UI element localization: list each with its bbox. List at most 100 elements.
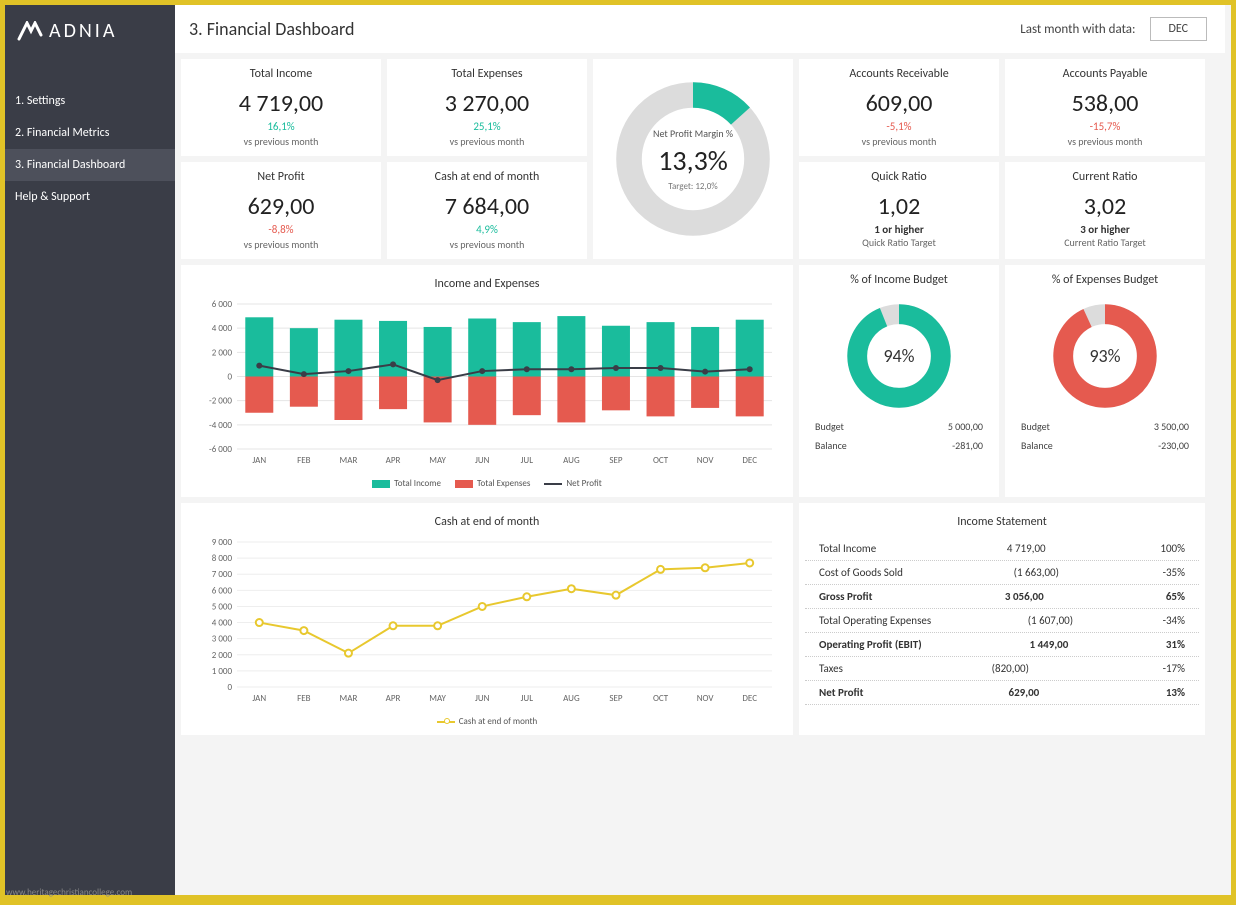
- value: 1,02: [805, 192, 993, 221]
- svg-text:-6 000: -6 000: [209, 444, 232, 455]
- svg-text:MAR: MAR: [340, 693, 358, 704]
- legend: Cash at end of month: [187, 716, 787, 727]
- svg-text:JAN: JAN: [252, 693, 266, 704]
- header: 3. Financial Dashboard Last month with d…: [175, 5, 1225, 53]
- card-current-ratio: Current Ratio 3,02 3 or higher Current R…: [1005, 162, 1205, 259]
- income-statement-rows: Total Income4 719,00100%Cost of Goods So…: [805, 537, 1199, 705]
- svg-text:JUL: JUL: [521, 455, 534, 466]
- card-income-budget: % of Income Budget 94% Budget5 000,00 Ba…: [799, 265, 999, 497]
- value: 538,00: [1011, 89, 1199, 118]
- svg-text:MAY: MAY: [429, 693, 446, 704]
- main-content: 3. Financial Dashboard Last month with d…: [175, 5, 1231, 895]
- legend-income: Total Income: [394, 478, 441, 489]
- card-accounts-payable: Accounts Payable 538,00 -15,7% vs previo…: [1005, 59, 1205, 156]
- chart-title: Income and Expenses: [187, 273, 787, 299]
- svg-text:JUL: JUL: [521, 693, 534, 704]
- svg-text:AUG: AUG: [563, 455, 580, 466]
- app-frame: ADNIA 1. Settings 2. Financial Metrics 3…: [5, 5, 1231, 895]
- svg-text:AUG: AUG: [563, 693, 580, 704]
- npm-label: Net Profit Margin %: [653, 127, 733, 140]
- svg-text:0: 0: [227, 372, 232, 383]
- sub1: 3 or higher: [1011, 223, 1199, 236]
- line-chart-svg: 01 0002 0003 0004 0005 0006 0007 0008 00…: [192, 537, 782, 707]
- svg-text:NOV: NOV: [697, 455, 715, 466]
- svg-text:OCT: OCT: [653, 455, 669, 466]
- value: 94%: [883, 345, 914, 367]
- svg-text:JUN: JUN: [475, 455, 490, 466]
- label: Accounts Payable: [1011, 67, 1199, 81]
- last-month-label: Last month with data:: [1020, 22, 1135, 37]
- is-row: Total Income4 719,00100%: [805, 537, 1199, 561]
- chart-cash: Cash at end of month 01 0002 0003 0004 0…: [181, 503, 793, 735]
- value: 3 270,00: [393, 89, 581, 118]
- svg-text:5 000: 5 000: [212, 601, 233, 612]
- is-row: Cost of Goods Sold(1 663,00)-35%: [805, 561, 1199, 585]
- logo-icon: [17, 21, 43, 41]
- pct: -5,1%: [805, 120, 993, 133]
- pct: 16,1%: [187, 120, 375, 133]
- value: 93%: [1089, 345, 1120, 367]
- card-accounts-receivable: Accounts Receivable 609,00 -5,1% vs prev…: [799, 59, 999, 156]
- is-row: Net Profit629,0013%: [805, 681, 1199, 705]
- is-row: Operating Profit (EBIT)1 449,0031%: [805, 633, 1199, 657]
- nav-financial-metrics[interactable]: 2. Financial Metrics: [5, 117, 175, 149]
- label: Net Profit: [187, 170, 375, 184]
- nav-financial-dashboard[interactable]: 3. Financial Dashboard: [5, 149, 175, 181]
- sub: vs previous month: [1011, 135, 1199, 148]
- sub: vs previous month: [393, 238, 581, 251]
- svg-text:SEP: SEP: [609, 693, 623, 704]
- pct: 25,1%: [393, 120, 581, 133]
- sub: vs previous month: [187, 238, 375, 251]
- month-selector[interactable]: DEC: [1150, 17, 1208, 41]
- svg-text:-2 000: -2 000: [209, 396, 232, 407]
- value: 7 684,00: [393, 192, 581, 221]
- card-total-income: Total Income 4 719,00 16,1% vs previous …: [181, 59, 381, 156]
- svg-text:SEP: SEP: [609, 455, 623, 466]
- title: % of Income Budget: [850, 273, 948, 287]
- npm-target: Target: 12,0%: [653, 181, 733, 192]
- svg-text:-4 000: -4 000: [209, 420, 232, 431]
- npm-value: 13,3%: [653, 143, 733, 178]
- pct: 4,9%: [393, 223, 581, 236]
- svg-text:DEC: DEC: [742, 693, 757, 704]
- card-expenses-budget: % of Expenses Budget 93% Budget3 500,00 …: [1005, 265, 1205, 497]
- svg-text:FEB: FEB: [297, 693, 311, 704]
- svg-text:APR: APR: [386, 693, 401, 704]
- card-income-statement: Income Statement Total Income4 719,00100…: [799, 503, 1205, 735]
- card-cash: Cash at end of month 7 684,00 4,9% vs pr…: [387, 162, 587, 259]
- card-quick-ratio: Quick Ratio 1,02 1 or higher Quick Ratio…: [799, 162, 999, 259]
- sub: vs previous month: [187, 135, 375, 148]
- legend-cash: Cash at end of month: [459, 716, 538, 727]
- label: Total Income: [187, 67, 375, 81]
- label: Cash at end of month: [393, 170, 581, 184]
- svg-text:OCT: OCT: [653, 693, 669, 704]
- chart-income-expenses: Income and Expenses -6 000 -4 000 -2 000 0 2…: [181, 265, 793, 497]
- sub: vs previous month: [393, 135, 581, 148]
- sub1: 1 or higher: [805, 223, 993, 236]
- sub2: Quick Ratio Target: [805, 236, 993, 249]
- legend: Total Income Total Expenses Net Profit: [187, 478, 787, 489]
- legend-expenses: Total Expenses: [477, 478, 530, 489]
- label: Total Expenses: [393, 67, 581, 81]
- card-total-expenses: Total Expenses 3 270,00 25,1% vs previou…: [387, 59, 587, 156]
- nav: 1. Settings 2. Financial Metrics 3. Fina…: [5, 85, 175, 213]
- svg-text:6 000: 6 000: [212, 299, 233, 310]
- nav-help-support[interactable]: Help & Support: [5, 181, 175, 213]
- brand-name: ADNIA: [49, 19, 117, 43]
- dashboard-grid: Total Income 4 719,00 16,1% vs previous …: [175, 59, 1225, 735]
- svg-text:2 000: 2 000: [212, 347, 233, 358]
- pct: -15,7%: [1011, 120, 1199, 133]
- value: 4 719,00: [187, 89, 375, 118]
- chart-title: Cash at end of month: [187, 511, 787, 537]
- svg-text:3 000: 3 000: [212, 634, 233, 645]
- svg-text:1 000: 1 000: [212, 666, 233, 677]
- pct: -8,8%: [187, 223, 375, 236]
- svg-text:NOV: NOV: [697, 693, 715, 704]
- header-right: Last month with data: DEC: [1020, 17, 1207, 41]
- svg-text:4 000: 4 000: [212, 323, 233, 334]
- svg-text:6 000: 6 000: [212, 585, 233, 596]
- svg-text:JUN: JUN: [475, 693, 490, 704]
- title: Income Statement: [805, 511, 1199, 537]
- label: Accounts Receivable: [805, 67, 993, 81]
- nav-settings[interactable]: 1. Settings: [5, 85, 175, 117]
